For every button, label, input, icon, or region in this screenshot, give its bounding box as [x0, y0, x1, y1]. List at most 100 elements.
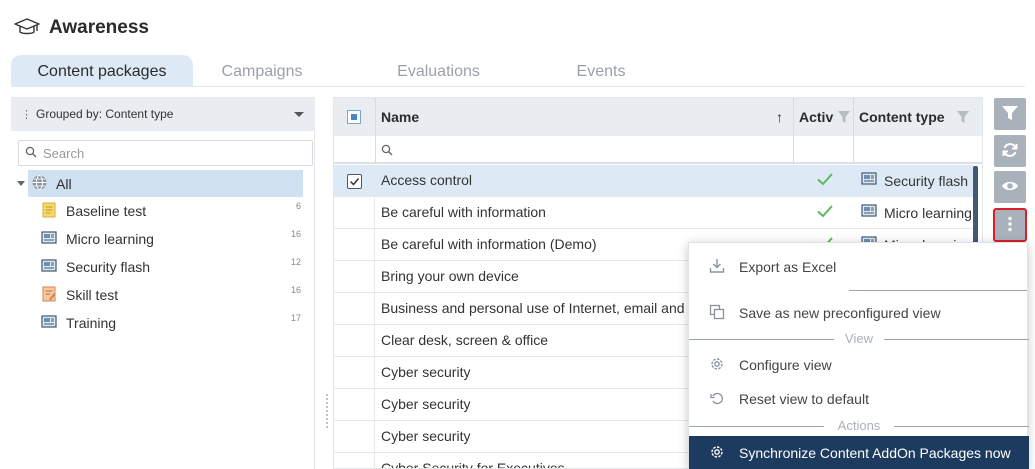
row-select-cell[interactable] [334, 165, 375, 196]
drag-handle-icon: ⋮ [21, 108, 32, 121]
tree-collapse-icon[interactable] [17, 181, 25, 186]
cell-name: Be careful with information [381, 204, 546, 220]
grid-header: Name ↑ Activ Content type [334, 98, 982, 136]
checkmark-icon [816, 204, 834, 221]
tree-item-label: All [56, 175, 72, 192]
name-filter-input[interactable] [396, 138, 786, 160]
row-select-cell[interactable] [334, 293, 375, 324]
tree-item-security-flash[interactable]: Security flash 12 [41, 255, 301, 279]
column-label: Activ [799, 109, 834, 125]
tree-item-label: Security flash [66, 259, 151, 275]
item-count: 16 [290, 229, 301, 239]
cell-content-type: Security flash [860, 165, 972, 196]
item-count: 6 [295, 201, 301, 211]
group-by-dropdown[interactable]: ⋮ Grouped by: Content type [11, 97, 315, 131]
filter-button[interactable] [994, 98, 1026, 130]
download-icon [709, 258, 725, 277]
menu-section-label: View [845, 331, 873, 346]
edit-document-icon [41, 286, 57, 305]
menu-item-configure-view[interactable]: Configure view [689, 349, 1029, 381]
tree-item-label: Micro learning [66, 231, 154, 247]
tree-item-micro-learning[interactable]: Micro learning 16 [41, 227, 301, 251]
refresh-button[interactable] [994, 135, 1026, 167]
menu-divider [689, 339, 834, 340]
view-button[interactable] [994, 171, 1026, 203]
menu-item-label: Reset view to default [739, 391, 869, 407]
tab-content-packages[interactable]: Content packages [11, 55, 193, 87]
column-header-active[interactable]: Activ [799, 98, 854, 136]
gear-icon [709, 356, 725, 375]
tree-item-training[interactable]: Training 17 [41, 311, 301, 335]
filter-icon[interactable] [837, 110, 851, 127]
menu-item-reset-view[interactable]: Reset view to default [689, 383, 1029, 415]
column-divider [853, 98, 854, 164]
row-select-cell[interactable] [334, 229, 375, 260]
item-count: 17 [290, 313, 301, 323]
column-header-content-type[interactable]: Content type [859, 98, 979, 136]
item-count: 12 [290, 257, 301, 267]
cell-content-type: Micro learning [860, 197, 972, 228]
tab-campaigns[interactable]: Campaigns [211, 55, 313, 87]
filter-icon [1001, 104, 1019, 125]
column-label: Name [381, 109, 420, 125]
row-select-cell[interactable] [334, 261, 375, 292]
menu-item-label: Synchronize Content AddOn Packages now [739, 445, 1011, 461]
refresh-icon [1001, 141, 1019, 162]
filter-icon[interactable] [956, 110, 970, 127]
search-input[interactable] [43, 145, 293, 161]
tab-evaluations[interactable]: Evaluations [381, 55, 496, 87]
search-icon [381, 143, 393, 159]
copy-view-icon [709, 304, 725, 323]
column-divider [375, 98, 376, 164]
row-select-cell[interactable] [334, 453, 375, 468]
menu-item-label: Save as new preconfigured view [739, 305, 941, 321]
row-select-cell[interactable] [334, 421, 375, 452]
tree-item-skill-test[interactable]: Skill test 16 [41, 283, 301, 307]
panel-splitter[interactable] [322, 97, 332, 469]
menu-section-label: Actions [837, 418, 881, 433]
column-header-name[interactable]: Name ↑ [381, 98, 791, 136]
sidebar-search [18, 140, 313, 166]
tree-item-baseline-test[interactable]: Baseline test 6 [41, 199, 301, 223]
select-all-checkbox[interactable] [347, 110, 361, 124]
menu-section-actions: Actions [689, 418, 1029, 434]
item-count: 16 [290, 285, 301, 295]
more-options-button[interactable] [993, 208, 1027, 242]
search-icon [25, 145, 37, 161]
page-title: Awareness [49, 17, 149, 38]
menu-item-save-view[interactable]: Save as new preconfigured view [689, 297, 1029, 329]
cell-active [796, 197, 854, 228]
gear-icon [709, 444, 725, 463]
content-type-label: Micro learning [884, 204, 972, 221]
presentation-icon [41, 314, 57, 333]
main-tabs: Content packages Campaigns Evaluations E… [11, 55, 1025, 87]
menu-item-sync-packages[interactable]: Synchronize Content AddOn Packages now [689, 436, 1029, 469]
tab-events[interactable]: Events [561, 55, 641, 87]
row-select-cell[interactable] [334, 197, 375, 228]
menu-divider [849, 290, 1027, 291]
globe-icon [31, 174, 48, 194]
chevron-down-icon [294, 112, 304, 117]
presentation-icon [860, 171, 878, 190]
row-select-cell[interactable] [334, 325, 375, 356]
table-row[interactable]: Access control Security flash [334, 165, 974, 197]
sort-ascending-icon[interactable]: ↑ [776, 109, 783, 125]
eye-icon [1001, 179, 1019, 196]
menu-item-label: Configure view [739, 357, 832, 373]
graduation-cap-icon [14, 17, 40, 40]
tree-item-all[interactable]: All [28, 170, 303, 197]
grid-filter-row [334, 136, 982, 164]
column-divider [793, 98, 794, 164]
presentation-icon [41, 230, 57, 249]
menu-item-export-excel[interactable]: Export as Excel [689, 251, 1029, 283]
row-checkbox[interactable] [347, 174, 362, 189]
row-select-cell[interactable] [334, 357, 375, 388]
menu-divider [884, 339, 1029, 340]
checkmark-icon [816, 172, 834, 189]
menu-item-label: Export as Excel [739, 259, 837, 275]
table-row[interactable]: Be careful with information Micro learnin… [334, 197, 974, 229]
menu-section-view: View [689, 331, 1029, 347]
more-options-menu: Export as Excel Save as new preconfigure… [688, 242, 1029, 469]
page-header: Awareness [14, 14, 149, 42]
row-select-cell[interactable] [334, 389, 375, 420]
